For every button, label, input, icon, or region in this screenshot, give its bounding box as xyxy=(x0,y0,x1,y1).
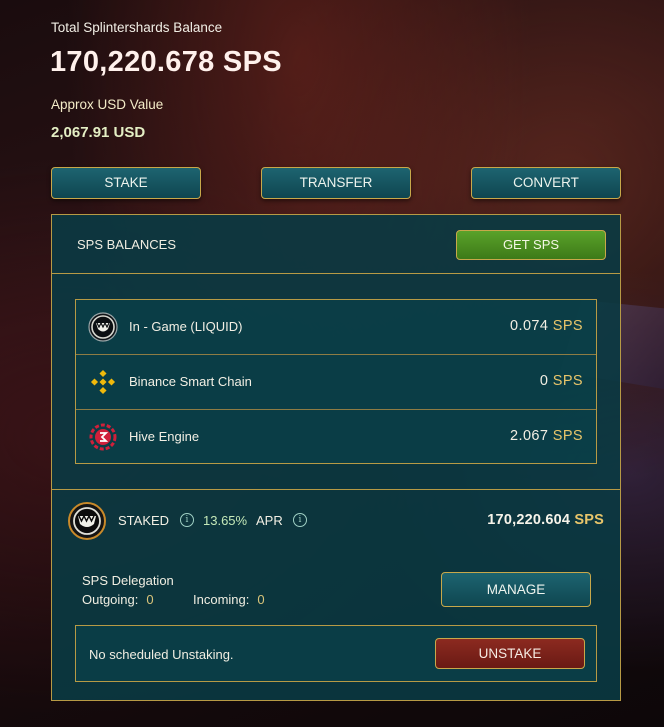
outgoing-delegation: Outgoing: 0 xyxy=(82,592,154,607)
panel-header: SPS BALANCES GET SPS xyxy=(52,215,620,274)
manage-button[interactable]: MANAGE xyxy=(441,572,591,607)
row-label: Binance Smart Chain xyxy=(129,374,252,389)
get-sps-button[interactable]: GET SPS xyxy=(456,230,606,260)
sps-balances-panel: SPS BALANCES GET SPS In - Game (LIQUID) … xyxy=(51,214,621,701)
unstake-button[interactable]: UNSTAKE xyxy=(435,638,585,669)
balance-row-hive-engine: Hive Engine 2.067 SPS xyxy=(76,410,596,463)
unstaking-status: No scheduled Unstaking. xyxy=(89,647,234,662)
sps-balances-title: SPS BALANCES xyxy=(77,237,176,252)
total-balance-label: Total Splintershards Balance xyxy=(51,20,223,35)
usd-value-label: Approx USD Value xyxy=(51,97,164,112)
transfer-button[interactable]: TRANSFER xyxy=(261,167,411,199)
balance-row-bsc: Binance Smart Chain 0 SPS xyxy=(76,355,596,410)
binance-icon xyxy=(90,369,116,395)
stake-button[interactable]: STAKE xyxy=(51,167,201,199)
apr-value: 13.65% xyxy=(203,513,248,528)
unstaking-box: No scheduled Unstaking. UNSTAKE xyxy=(75,625,597,682)
row-label: Hive Engine xyxy=(129,429,200,444)
total-balance-value: 170,220.678 SPS xyxy=(50,46,282,78)
staked-value: 170,220.604 SPS xyxy=(487,512,604,528)
splinterlands-monster-icon xyxy=(88,312,118,342)
section-divider xyxy=(52,489,620,490)
row-value: 0.074 SPS xyxy=(510,318,583,334)
balance-row-in-game: In - Game (LIQUID) 0.074 SPS xyxy=(76,300,596,355)
incoming-delegation: Incoming: 0 xyxy=(193,592,265,607)
staked-info-icon[interactable]: i xyxy=(180,513,194,527)
apr-label: APR xyxy=(256,513,283,528)
staked-label: STAKED xyxy=(118,513,170,528)
row-label: In - Game (LIQUID) xyxy=(129,319,243,334)
delegation-title: SPS Delegation xyxy=(82,573,174,588)
balances-list: In - Game (LIQUID) 0.074 SPS Binance Sma… xyxy=(75,299,597,464)
row-value: 2.067 SPS xyxy=(510,428,583,444)
staked-monster-icon xyxy=(68,502,106,540)
convert-button[interactable]: CONVERT xyxy=(471,167,621,199)
hive-engine-icon xyxy=(89,423,117,451)
row-value: 0 SPS xyxy=(539,373,583,389)
apr-info-icon[interactable]: i xyxy=(293,513,307,527)
usd-value: 2,067.91 USD xyxy=(51,124,146,141)
